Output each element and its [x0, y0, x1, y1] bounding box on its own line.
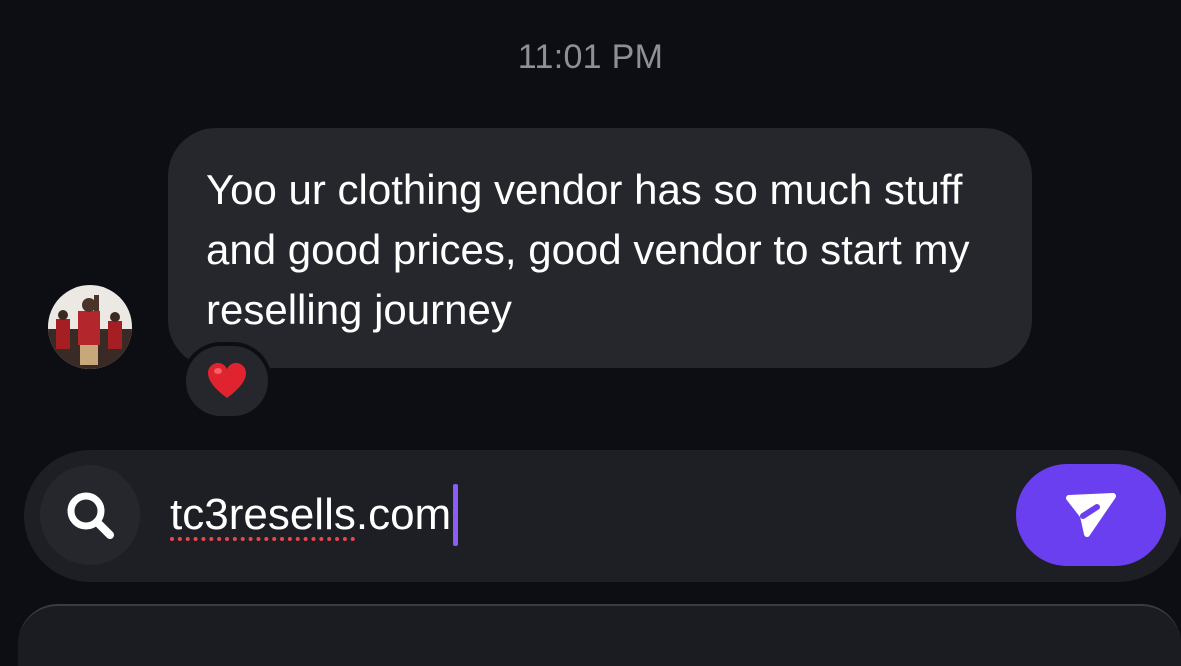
text-caret: [453, 484, 459, 546]
send-icon: [1066, 493, 1116, 537]
search-button[interactable]: [40, 465, 140, 565]
avatar-photo: [48, 285, 132, 369]
received-message-bubble[interactable]: Yoo ur clothing vendor has so much stuff…: [168, 128, 1032, 368]
input-text-rest: .com: [355, 490, 452, 539]
search-icon: [67, 492, 114, 539]
send-button[interactable]: [1016, 464, 1166, 566]
sender-avatar[interactable]: [48, 285, 132, 369]
keyboard-panel-edge: [18, 604, 1181, 666]
heart-reaction[interactable]: [182, 342, 272, 420]
message-timestamp: 11:01 PM: [517, 38, 664, 76]
input-text-misspelled: tc3resells: [170, 490, 356, 539]
heart-icon: [208, 363, 246, 398]
message-input[interactable]: tc3resells .com: [170, 480, 459, 550]
message-text: Yoo ur clothing vendor has so much stuff…: [206, 166, 970, 333]
